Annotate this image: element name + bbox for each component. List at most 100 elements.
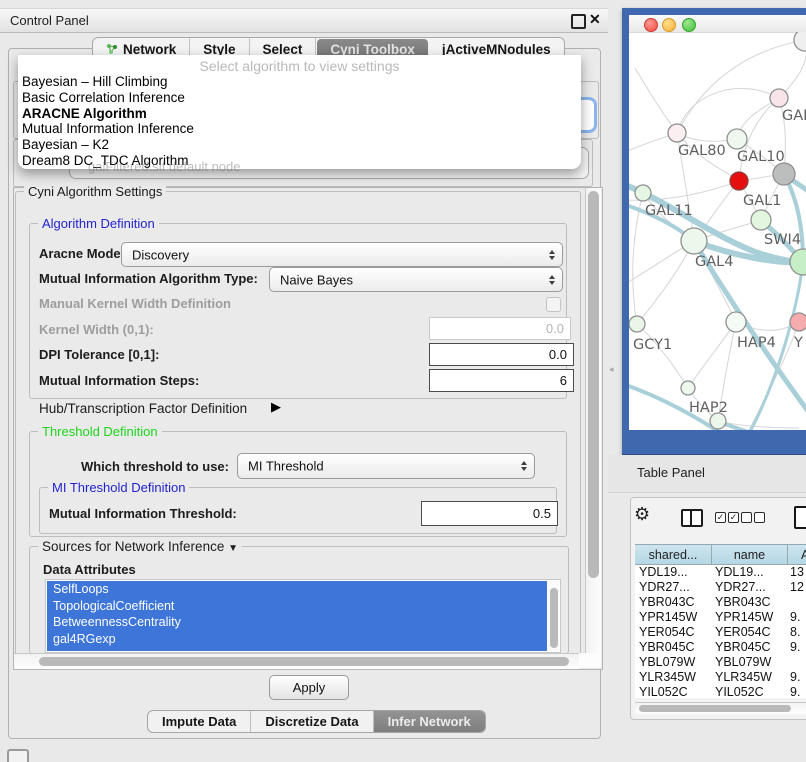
table-cell: YIL052C bbox=[711, 685, 786, 698]
list-vscrollbar-thumb[interactable] bbox=[550, 588, 558, 648]
hub-definition-label: Hub/Transcription Factor Definition bbox=[39, 401, 247, 416]
network-node-hap4[interactable] bbox=[726, 312, 746, 332]
network-node-y[interactable] bbox=[790, 313, 806, 331]
table-row[interactable]: YLR345WYLR345W9. bbox=[635, 670, 806, 685]
network-node-gcy1[interactable] bbox=[629, 316, 645, 332]
close-icon[interactable]: ✕ bbox=[589, 11, 601, 28]
background-combo-ghost-text: galFiltered.sif default node bbox=[88, 159, 240, 174]
algorithm-option-basic-correlation-inference[interactable]: Basic Correlation Inference bbox=[22, 90, 577, 106]
network-node-label: Y bbox=[793, 335, 803, 351]
network-icon bbox=[106, 43, 118, 55]
spinner-arrows-icon bbox=[521, 461, 527, 471]
network-window-titlebar[interactable] bbox=[629, 15, 806, 33]
network-node-gal80[interactable] bbox=[668, 124, 686, 142]
manual-kernel-checkbox[interactable] bbox=[546, 297, 561, 312]
mi-type-label: Mutual Information Algorithm Type: bbox=[39, 271, 258, 286]
table-row[interactable]: YDL19...YDL19...13 bbox=[635, 565, 806, 580]
algorithm-option-bayesian-k2[interactable]: Bayesian – K2 bbox=[22, 137, 577, 153]
aracne-mode-combo[interactable]: Discovery bbox=[121, 242, 563, 267]
apply-button[interactable]: Apply bbox=[269, 675, 349, 700]
expand-arrow-icon[interactable]: ▶ bbox=[271, 399, 281, 415]
checked-checkbox-icon[interactable]: ✓ bbox=[728, 512, 739, 523]
which-threshold-combo[interactable]: MI Threshold bbox=[237, 453, 535, 479]
kernel-width-label: Kernel Width (0,1): bbox=[39, 322, 154, 337]
data-attributes-label: Data Attributes bbox=[43, 562, 136, 577]
table-cell: YDL19... bbox=[635, 565, 711, 580]
unchecked-checkbox-icon[interactable] bbox=[741, 512, 752, 523]
zoom-traffic-light-icon[interactable] bbox=[682, 18, 696, 32]
network-node-label: GAL10 bbox=[737, 149, 785, 165]
network-node-label: GAL11 bbox=[645, 203, 693, 219]
manual-kernel-label: Manual Kernel Width Definition bbox=[39, 296, 231, 311]
table-cell: YLR345W bbox=[711, 670, 786, 685]
network-canvas[interactable]: GALGAL80GAL10GAL1GAL11SWI4GAL4GCY1HAP4YH… bbox=[629, 32, 806, 430]
minimize-traffic-light-icon[interactable] bbox=[662, 18, 676, 32]
splitter-handle-icon[interactable]: ◂ bbox=[609, 364, 614, 375]
table-panel-titlebar: Table Panel bbox=[608, 455, 806, 493]
page-icon[interactable] bbox=[794, 506, 806, 529]
algorithm-option-mutual-information-inference[interactable]: Mutual Information Inference bbox=[22, 121, 577, 137]
settings-hscrollbar[interactable] bbox=[14, 653, 579, 669]
network-node-gal4[interactable] bbox=[681, 228, 707, 254]
table-panel-title: Table Panel bbox=[637, 465, 705, 480]
settings-vscrollbar[interactable] bbox=[585, 188, 601, 667]
unchecked-checkbox-icon[interactable] bbox=[754, 512, 765, 523]
table-row[interactable]: YBR043CYBR043C bbox=[635, 595, 806, 610]
table-hscrollbar-thumb[interactable] bbox=[639, 705, 791, 712]
mi-threshold-field[interactable]: 0.5 bbox=[421, 501, 558, 526]
control-panel-titlebar: Control Panel ✕ bbox=[0, 8, 608, 33]
settings-vscrollbar-thumb[interactable] bbox=[588, 191, 599, 578]
table-hscrollbar[interactable] bbox=[635, 702, 806, 714]
attribute-item-gal4rgexp[interactable]: gal4RGexp bbox=[47, 631, 547, 648]
bottom-tab-impute-data[interactable]: Impute Data bbox=[148, 711, 251, 732]
table-row[interactable]: YBR045CYBR045C9. bbox=[635, 640, 806, 655]
network-node-hap2[interactable] bbox=[681, 381, 695, 395]
table-cell: YLR345W bbox=[635, 670, 711, 685]
table-cell: YBR045C bbox=[635, 640, 711, 655]
list-vscrollbar[interactable] bbox=[548, 581, 559, 651]
data-attributes-list[interactable]: SelfLoopsTopologicalCoefficientBetweenne… bbox=[45, 579, 561, 653]
network-node[interactable] bbox=[773, 163, 795, 185]
column-header-a[interactable]: A bbox=[788, 544, 806, 565]
mi-steps-field[interactable]: 6 bbox=[429, 369, 574, 392]
network-node-swi4[interactable] bbox=[751, 210, 771, 230]
network-node-label: GAL4 bbox=[695, 254, 733, 270]
float-panel-icon[interactable] bbox=[571, 14, 586, 29]
bottom-tab-infer-network[interactable]: Infer Network bbox=[374, 711, 485, 732]
column-header-shared[interactable]: shared... bbox=[635, 544, 712, 565]
network-node-gal1[interactable] bbox=[730, 172, 748, 190]
collapse-arrow-icon[interactable]: ▼ bbox=[228, 543, 238, 554]
algorithm-option-aracne-algorithm[interactable]: ARACNE Algorithm bbox=[22, 106, 577, 122]
checked-checkbox-icon[interactable]: ✓ bbox=[715, 512, 726, 523]
table-row[interactable]: YPR145WYPR145W9. bbox=[635, 610, 806, 625]
floating-panel-icon[interactable] bbox=[7, 749, 29, 762]
table-cell: YPR145W bbox=[711, 610, 786, 625]
network-view-content: GALGAL80GAL10GAL1GAL11SWI4GAL4GCY1HAP4YH… bbox=[629, 15, 806, 430]
dpi-tolerance-field[interactable]: 0.0 bbox=[429, 343, 574, 366]
split-columns-icon[interactable] bbox=[681, 509, 703, 527]
settings-hscrollbar-thumb[interactable] bbox=[39, 657, 569, 666]
algorithm-dropdown-popup: Select algorithm to view settings Bayesi… bbox=[18, 55, 581, 169]
column-header-name[interactable]: name bbox=[712, 544, 788, 565]
table-row[interactable]: YDR27...YDR27...12 bbox=[635, 580, 806, 595]
table-row[interactable]: YER054CYER054C8. bbox=[635, 625, 806, 640]
network-node-gal11[interactable] bbox=[635, 185, 651, 201]
kernel-width-field[interactable]: 0.0 bbox=[429, 317, 571, 340]
network-node[interactable] bbox=[710, 413, 726, 429]
network-node-gal[interactable] bbox=[770, 89, 788, 107]
network-node-gal10[interactable] bbox=[727, 129, 747, 149]
table-row[interactable]: YIL052CYIL052C9. bbox=[635, 685, 806, 698]
gear-icon[interactable]: ⚙ bbox=[634, 504, 650, 525]
apply-button-label: Apply bbox=[293, 680, 326, 695]
algorithm-option-bayesian-hill-climbing[interactable]: Bayesian – Hill Climbing bbox=[22, 74, 577, 90]
attribute-item-topologicalcoefficient[interactable]: TopologicalCoefficient bbox=[47, 598, 547, 615]
mi-type-combo[interactable]: Naive Bayes bbox=[269, 267, 563, 292]
bottom-tab-discretize-data[interactable]: Discretize Data bbox=[251, 711, 373, 732]
close-traffic-light-icon[interactable] bbox=[644, 18, 658, 32]
attribute-item-betweennesscentrality[interactable]: BetweennessCentrality bbox=[47, 614, 547, 631]
network-node[interactable] bbox=[794, 32, 806, 51]
mi-type-value: Naive Bayes bbox=[280, 272, 353, 287]
network-view-window: GALGAL80GAL10GAL1GAL11SWI4GAL4GCY1HAP4YH… bbox=[622, 8, 806, 457]
table-row[interactable]: YBL079WYBL079W bbox=[635, 655, 806, 670]
attribute-item-selfloops[interactable]: SelfLoops bbox=[47, 581, 547, 598]
